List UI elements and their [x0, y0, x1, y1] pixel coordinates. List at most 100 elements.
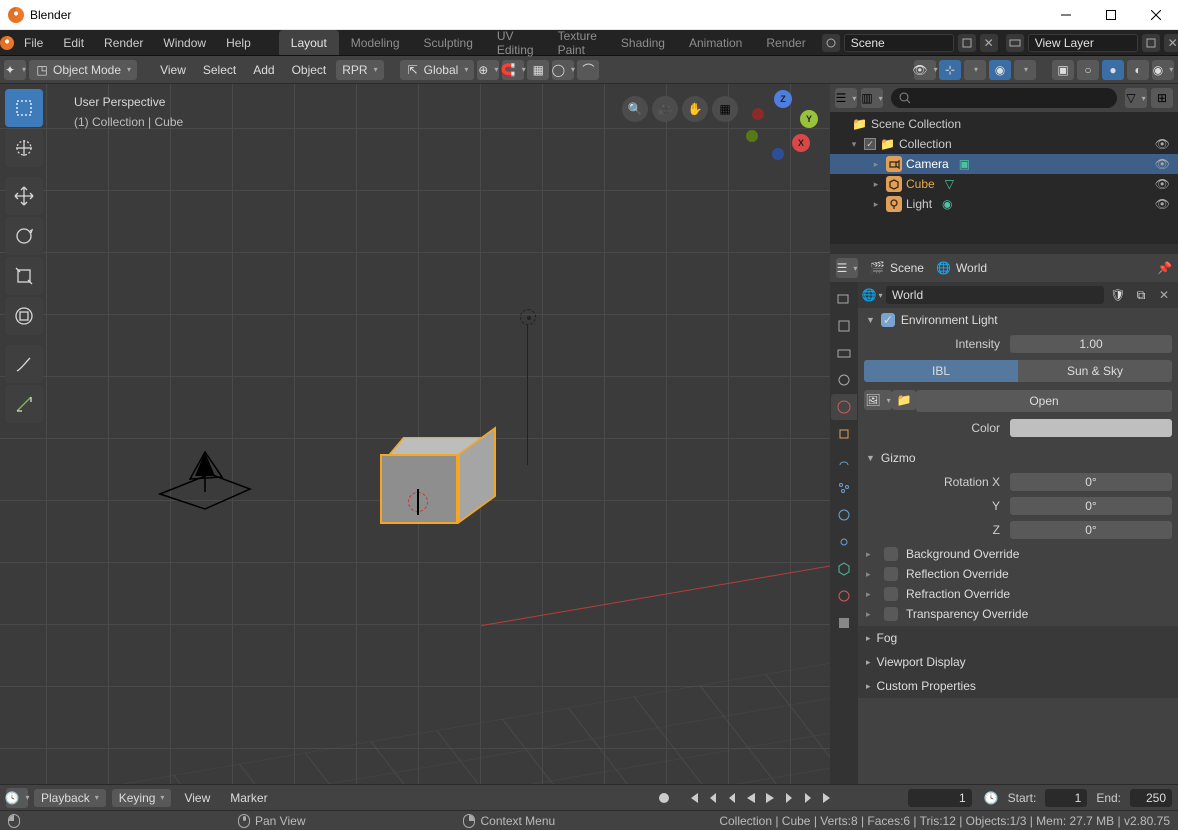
- viewlayer-new-icon[interactable]: [1142, 34, 1160, 52]
- outliner-new-collection-icon[interactable]: ⊞: [1151, 88, 1173, 108]
- row-refraction-override[interactable]: ▸Refraction Override: [866, 584, 1170, 604]
- rot-y-value[interactable]: 0°: [1010, 497, 1172, 515]
- scene-delete-icon[interactable]: ✕: [980, 34, 998, 52]
- menu-render[interactable]: Render: [94, 30, 153, 55]
- tool-transform[interactable]: [5, 297, 43, 335]
- world-browse-icon[interactable]: 🌐: [863, 286, 881, 304]
- tab-animation[interactable]: Animation: [677, 30, 754, 55]
- header-add[interactable]: Add: [246, 63, 281, 77]
- start-frame-field[interactable]: 1: [1045, 789, 1087, 807]
- tab-shading[interactable]: Shading: [609, 30, 677, 55]
- tool-select-box[interactable]: [5, 89, 43, 127]
- gizmo-toggle[interactable]: ⊹: [939, 60, 961, 80]
- row-transparency-override[interactable]: ▸Transparency Override: [866, 604, 1170, 624]
- jump-end-icon[interactable]: [818, 789, 836, 807]
- prop-tab-material[interactable]: [831, 583, 857, 609]
- viewlayer-name-field[interactable]: View Layer: [1028, 34, 1138, 52]
- viewlayer-browse-icon[interactable]: [1006, 34, 1024, 52]
- nav-persp-icon[interactable]: ▦: [712, 96, 738, 122]
- header-view[interactable]: View: [153, 63, 193, 77]
- blender-icon[interactable]: [0, 30, 14, 55]
- current-frame-field[interactable]: 1: [908, 789, 972, 807]
- prop-tab-data[interactable]: [831, 556, 857, 582]
- end-frame-field[interactable]: 250: [1130, 789, 1172, 807]
- keying-dropdown[interactable]: Keying: [112, 789, 172, 807]
- axis-neg-z-icon[interactable]: [772, 148, 784, 160]
- outliner-editor-dropdown[interactable]: ☰: [835, 88, 857, 108]
- row-background-override[interactable]: ▸Background Override: [866, 544, 1170, 564]
- tab-modeling[interactable]: Modeling: [339, 30, 412, 55]
- outliner-search[interactable]: [891, 88, 1117, 108]
- rot-x-value[interactable]: 0°: [1010, 473, 1172, 491]
- scene-new-icon[interactable]: [958, 34, 976, 52]
- panel-viewport-display[interactable]: ▸Viewport Display: [858, 650, 1178, 674]
- shading-lookdev[interactable]: ◐: [1127, 60, 1149, 80]
- nav-zoom-icon[interactable]: 🔍: [622, 96, 648, 122]
- open-folder-icon[interactable]: 📁: [892, 390, 916, 410]
- prop-tab-render[interactable]: [831, 286, 857, 312]
- camera-data-icon[interactable]: ▣: [959, 157, 970, 171]
- snap-toggle[interactable]: 🧲: [502, 60, 524, 80]
- keyframe-prev-icon[interactable]: [704, 789, 722, 807]
- row-reflection-override[interactable]: ▸Reflection Override: [866, 564, 1170, 584]
- eye-icon[interactable]: 👁: [1155, 157, 1170, 171]
- outliner-display-dropdown[interactable]: ▥: [861, 88, 883, 108]
- frame-prev-icon[interactable]: [723, 789, 741, 807]
- gizmo-options[interactable]: [964, 60, 986, 80]
- tab-sculpting[interactable]: Sculpting: [412, 30, 485, 55]
- viewlayer-delete-icon[interactable]: ✕: [1164, 34, 1178, 52]
- prop-tab-particle[interactable]: [831, 475, 857, 501]
- outliner-item-camera[interactable]: ▸ Camera ▣ 👁: [830, 154, 1178, 174]
- timeline-view[interactable]: View: [177, 791, 217, 805]
- axis-y-icon[interactable]: Y: [800, 110, 818, 128]
- scene-browse-icon[interactable]: [822, 34, 840, 52]
- header-object[interactable]: Object: [285, 63, 334, 77]
- autokey-toggle[interactable]: [655, 789, 673, 807]
- world-name-field[interactable]: World: [886, 286, 1104, 304]
- nav-camera-icon[interactable]: 🎥: [652, 96, 678, 122]
- nav-pan-icon[interactable]: ✋: [682, 96, 708, 122]
- overlay-options[interactable]: [1014, 60, 1036, 80]
- tool-rotate[interactable]: [5, 217, 43, 255]
- open-button[interactable]: Open: [916, 390, 1172, 412]
- panel-gizmo[interactable]: ▼Gizmo: [858, 446, 1178, 470]
- proportional-falloff[interactable]: ⌒: [577, 60, 599, 80]
- tab-render[interactable]: Render: [754, 30, 817, 55]
- play-icon[interactable]: [761, 789, 779, 807]
- axis-neg-y-icon[interactable]: [746, 130, 758, 142]
- prop-tab-modifier[interactable]: [831, 448, 857, 474]
- timeline-editor-dropdown[interactable]: 🕓: [6, 788, 28, 808]
- panel-custom-props[interactable]: ▸Custom Properties: [858, 674, 1178, 698]
- new-world-icon[interactable]: ⧉: [1132, 286, 1150, 304]
- prop-tab-texture[interactable]: [831, 610, 857, 636]
- prop-tab-viewlayer[interactable]: [831, 340, 857, 366]
- tab-layout[interactable]: Layout: [279, 30, 339, 55]
- prop-tab-scene[interactable]: [831, 367, 857, 393]
- light-data-icon[interactable]: ◉: [942, 197, 952, 211]
- prop-tab-object[interactable]: [831, 421, 857, 447]
- pin-icon[interactable]: 📌: [1157, 261, 1172, 275]
- nav-gizmo[interactable]: Z Y X: [746, 90, 818, 162]
- header-select[interactable]: Select: [196, 63, 243, 77]
- color-swatch[interactable]: [1010, 419, 1172, 437]
- shading-solid[interactable]: ●: [1102, 60, 1124, 80]
- playback-dropdown[interactable]: Playback: [34, 789, 106, 807]
- ibl-button[interactable]: IBL: [864, 360, 1018, 382]
- overlay-toggle[interactable]: ◉: [989, 60, 1011, 80]
- axis-x-icon[interactable]: X: [792, 134, 810, 152]
- fake-user-icon[interactable]: 🛡: [1109, 286, 1127, 304]
- sunsky-button[interactable]: Sun & Sky: [1018, 360, 1172, 382]
- minimize-button[interactable]: [1043, 0, 1088, 30]
- tab-uv[interactable]: UV Editing: [485, 30, 546, 55]
- frame-next-icon[interactable]: [780, 789, 798, 807]
- env-light-checkbox[interactable]: ✓: [881, 313, 895, 327]
- eye-icon[interactable]: 👁: [1155, 197, 1170, 211]
- mesh-data-icon[interactable]: ▽: [945, 177, 954, 191]
- outliner-filter-icon[interactable]: ▽: [1125, 88, 1147, 108]
- image-browse-icon[interactable]: 🖼: [864, 390, 892, 410]
- visibility-dropdown[interactable]: 👁: [914, 60, 936, 80]
- camera-object[interactable]: [150, 444, 260, 527]
- axis-z-icon[interactable]: Z: [774, 90, 792, 108]
- bc-scene[interactable]: 🎬Scene: [870, 261, 924, 275]
- bc-world[interactable]: 🌐World: [936, 261, 987, 275]
